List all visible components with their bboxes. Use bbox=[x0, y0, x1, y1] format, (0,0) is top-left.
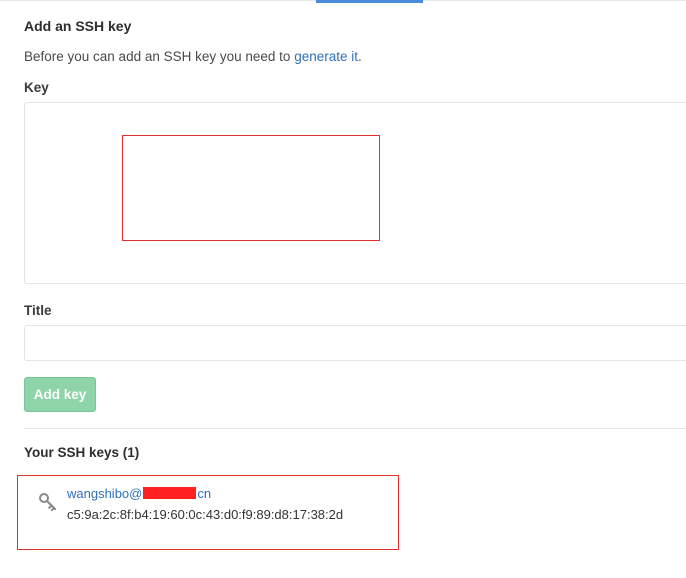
title-field-label: Title bbox=[24, 303, 52, 318]
intro-prefix: Before you can add an SSH key you need t… bbox=[24, 49, 295, 64]
key-textarea[interactable] bbox=[24, 102, 686, 284]
ssh-key-title-suffix: cn bbox=[197, 486, 212, 501]
key-field-label: Key bbox=[24, 80, 49, 95]
ssh-key-title-prefix: wangshibo@ bbox=[67, 486, 143, 501]
page-title: Add an SSH key bbox=[24, 18, 132, 34]
active-tab-indicator bbox=[316, 0, 423, 3]
key-icon bbox=[38, 492, 58, 512]
section-divider bbox=[24, 428, 686, 429]
ssh-keys-heading: Your SSH keys (1) bbox=[24, 445, 140, 460]
ssh-key-list-item: wangshibo@ cn c5:9a:2c:8f:b4:19:60:0c:43:… bbox=[17, 475, 399, 550]
generate-it-link[interactable]: generate it bbox=[294, 49, 358, 64]
ssh-key-fingerprint: c5:9a:2c:8f:b4:19:60:0c:43:d0:f9:89:d8:1… bbox=[67, 507, 344, 522]
intro-suffix: . bbox=[357, 49, 362, 64]
ssh-key-title-link[interactable]: wangshibo@ cn bbox=[67, 486, 211, 501]
redaction-mark bbox=[143, 487, 197, 499]
add-key-button[interactable]: Add key bbox=[24, 377, 96, 412]
title-input[interactable] bbox=[24, 325, 686, 361]
intro-text: Before you can add an SSH key you need t… bbox=[24, 49, 362, 64]
